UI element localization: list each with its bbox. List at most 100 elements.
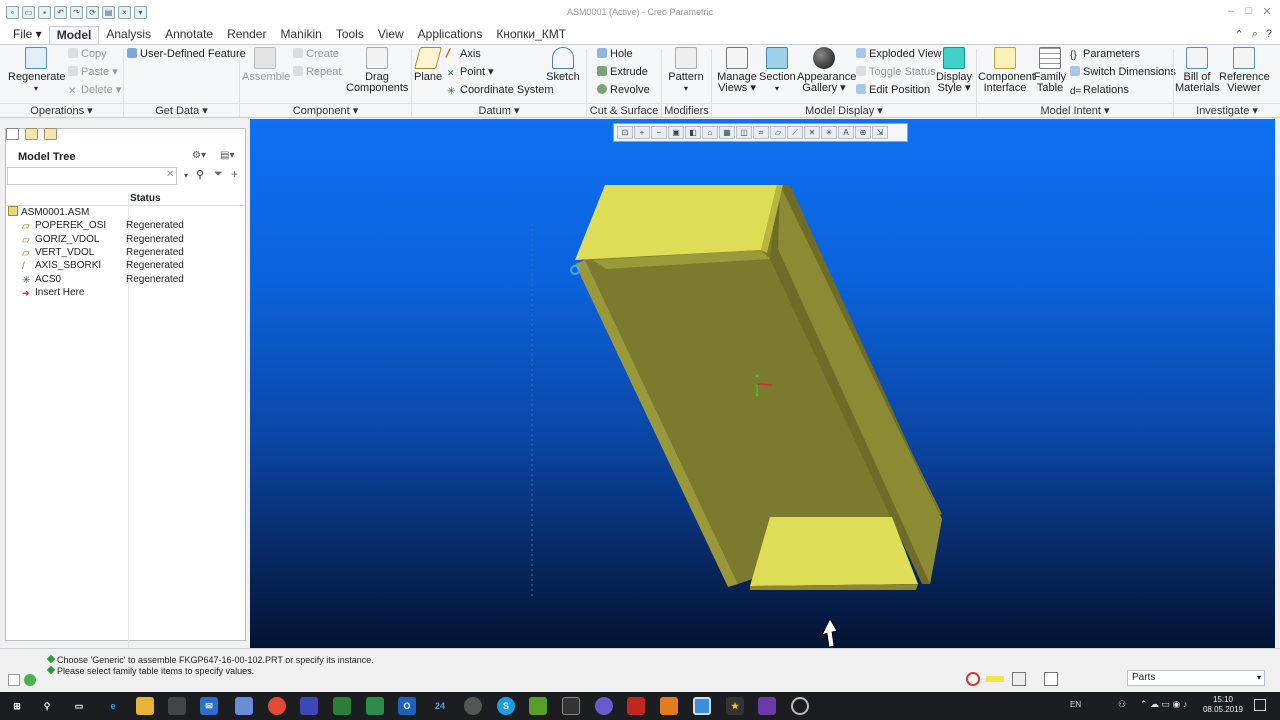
tab-annotate[interactable]: Annotate: [158, 26, 220, 44]
tab-tools[interactable]: Tools: [329, 26, 371, 44]
perspective-icon[interactable]: ◫: [736, 126, 752, 139]
delete-button[interactable]: ✕ Delete ▾: [68, 82, 121, 99]
app-icon[interactable]: [595, 697, 613, 715]
group-model-intent[interactable]: Model Intent ▾: [977, 103, 1173, 118]
tree-item-acs0[interactable]: ✳ ACS0: [22, 273, 61, 286]
task-view-icon[interactable]: ▭: [70, 697, 88, 715]
store-icon[interactable]: [168, 697, 186, 715]
collapse-ribbon-icon[interactable]: ⌃: [1234, 28, 1243, 41]
tab-file[interactable]: File ▾: [6, 26, 49, 44]
app-icon[interactable]: [300, 697, 318, 715]
tab-view[interactable]: View: [371, 26, 411, 44]
minimize-icon[interactable]: –: [1222, 5, 1240, 19]
user-defined-feature-button[interactable]: User-Defined Feature: [127, 46, 246, 63]
help-icon[interactable]: ?: [1266, 28, 1272, 41]
repeat-button[interactable]: Repeat: [293, 64, 341, 81]
app-icon[interactable]: [235, 697, 253, 715]
selection-filter-dropdown[interactable]: Parts ▾: [1127, 670, 1265, 686]
group-operations[interactable]: Operations ▾: [0, 103, 123, 118]
maximize-icon[interactable]: □: [1240, 5, 1258, 19]
reference-viewer-button[interactable]: Reference Viewer: [1219, 47, 1270, 94]
model-tree-tab-icon[interactable]: [6, 128, 19, 140]
group-investigate[interactable]: Investigate ▾: [1174, 103, 1280, 118]
bill-of-materials-button[interactable]: Bill of Materials: [1175, 47, 1220, 94]
plane-display-icon[interactable]: ▱: [770, 126, 786, 139]
copy-button[interactable]: Copy: [68, 46, 107, 63]
language-indicator[interactable]: EN: [1070, 700, 1081, 709]
clear-search-icon[interactable]: ✕: [166, 169, 174, 180]
point-display-icon[interactable]: ✕: [804, 126, 820, 139]
edge-icon[interactable]: e: [104, 697, 122, 715]
group-get-data[interactable]: Get Data ▾: [124, 103, 239, 118]
creo-icon[interactable]: [693, 697, 711, 715]
axis-display-icon[interactable]: ⟋: [787, 126, 803, 139]
app-icon[interactable]: [464, 697, 482, 715]
filter-icon[interactable]: ⏷: [214, 168, 223, 181]
graphics-viewport[interactable]: [250, 119, 1275, 648]
extrude-button[interactable]: Extrude: [597, 64, 648, 81]
outlook-icon[interactable]: O: [398, 697, 416, 715]
app-icon[interactable]: [333, 697, 351, 715]
find-small-icon[interactable]: [1012, 672, 1026, 686]
chrome-icon[interactable]: [268, 697, 286, 715]
group-component[interactable]: Component ▾: [240, 103, 411, 118]
app-icon[interactable]: [660, 697, 678, 715]
manage-views-button[interactable]: Manage Views ▾: [715, 47, 759, 94]
model-tree-search-input[interactable]: [7, 167, 177, 185]
paste-button[interactable]: Paste ▾: [68, 64, 118, 81]
exploded-view-button[interactable]: Exploded View: [856, 46, 942, 63]
tab-applications[interactable]: Applications: [411, 26, 490, 44]
terminal-icon[interactable]: [562, 697, 580, 715]
start-icon[interactable]: ⊞: [8, 697, 26, 715]
tree-item-insert-here[interactable]: ➜ Insert Here: [22, 286, 84, 299]
parameters-button[interactable]: {} Parameters: [1070, 46, 1140, 63]
search-icon[interactable]: ⌕: [1252, 28, 1258, 41]
tab-model[interactable]: Model: [48, 26, 100, 44]
display-style-small-icon[interactable]: ◧: [685, 126, 701, 139]
spin-center-icon[interactable]: ⊕: [855, 126, 871, 139]
app-icon[interactable]: ★: [726, 697, 744, 715]
favorites-tab-icon[interactable]: [44, 128, 57, 140]
group-model-display[interactable]: Model Display ▾: [712, 103, 976, 118]
folder-browser-tab-icon[interactable]: [25, 128, 38, 140]
refit-icon[interactable]: ⊡: [617, 126, 633, 139]
tree-settings-icon[interactable]: ⚙▾: [192, 150, 206, 161]
search-icon[interactable]: ⚲: [38, 697, 56, 715]
acrobat-icon[interactable]: [627, 697, 645, 715]
csys-display-icon[interactable]: ✳: [821, 126, 837, 139]
component-interface-button[interactable]: Component Interface: [978, 47, 1035, 94]
revolve-button[interactable]: Revolve: [597, 82, 650, 99]
tab-knopki-kmt[interactable]: Кнопки_КМТ: [489, 26, 573, 44]
visual-studio-icon[interactable]: [758, 697, 776, 715]
create-button[interactable]: Create: [293, 46, 339, 63]
tree-item-poperek-osi[interactable]: ▱ POPEREK_OSI: [22, 219, 106, 232]
app-24-icon[interactable]: 24: [431, 697, 449, 715]
find-icon[interactable]: ⚲: [196, 168, 204, 181]
relations-button[interactable]: d= Relations: [1070, 82, 1129, 99]
axis-button[interactable]: Axis: [444, 46, 481, 63]
tray-icons[interactable]: ⌃ ☁ ▭ ◉ ♪: [1140, 699, 1187, 710]
pattern-button[interactable]: Pattern ▾: [666, 47, 706, 94]
toggle-status-button[interactable]: Toggle Status: [856, 64, 936, 81]
group-datum[interactable]: Datum ▾: [412, 103, 586, 118]
assemble-button[interactable]: Assemble: [242, 47, 290, 83]
repaint-icon[interactable]: ▣: [668, 126, 684, 139]
sketch-button[interactable]: Sketch: [545, 47, 581, 83]
group-modifiers[interactable]: Modifiers ▾: [662, 103, 711, 132]
regeneration-status-icon[interactable]: [966, 672, 980, 686]
toggle-browser-icon[interactable]: [24, 674, 36, 686]
plane-button[interactable]: Plane: [414, 47, 442, 83]
app-icon[interactable]: [791, 697, 809, 715]
taskbar-clock[interactable]: 15:10 08.05.2019: [1203, 695, 1243, 715]
add-column-icon[interactable]: +: [231, 167, 238, 181]
tree-item-vert-vdol[interactable]: ▱ VERT_VDOL: [22, 246, 94, 259]
mail-icon[interactable]: ✉: [200, 697, 218, 715]
toggle-navigator-icon[interactable]: [8, 674, 20, 686]
tab-manikin[interactable]: Manikin: [273, 26, 328, 44]
edit-position-button[interactable]: Edit Position: [856, 82, 930, 99]
appearance-gallery-button[interactable]: Appearance Gallery ▾: [797, 47, 856, 94]
tree-item-asm0001[interactable]: ASM0001.ASM: [8, 206, 89, 219]
tree-columns-icon[interactable]: ▤▾: [220, 150, 234, 161]
close-icon[interactable]: ✕: [1258, 5, 1276, 19]
section-button[interactable]: Section ▾: [759, 47, 796, 94]
